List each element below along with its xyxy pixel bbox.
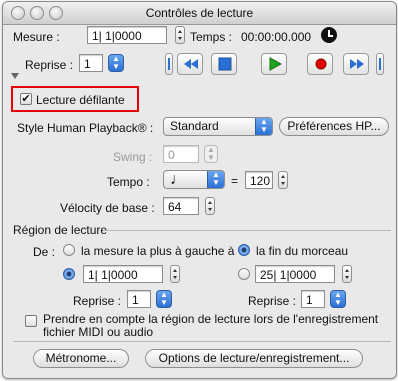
- region-reprise-left-field[interactable]: 1: [127, 290, 151, 308]
- stop-button[interactable]: [211, 53, 237, 75]
- window-title: Contrôles de lecture: [145, 6, 254, 20]
- hp-preferences-button[interactable]: Préférences HP...: [279, 117, 389, 136]
- swing-field: 0: [163, 145, 199, 163]
- swing-label: Swing :: [113, 150, 153, 164]
- style-label: Style Human Playback® :: [17, 121, 154, 135]
- playback-options-button[interactable]: Options de lecture/enregistrement...: [145, 349, 363, 368]
- clock-icon[interactable]: [321, 27, 337, 43]
- radio-leftmost-measure-label: la mesure la plus à gauche à: [81, 244, 235, 258]
- tempo-field[interactable]: 120: [245, 171, 273, 189]
- region-reprise-right-arrows[interactable]: ▲ ▼: [330, 290, 346, 308]
- tempo-note-popup[interactable]: ♩ ▲ ▼: [163, 170, 225, 189]
- midi-region-label-line2: fichier MIDI ou audio: [43, 325, 154, 339]
- rewind-to-start-button[interactable]: [177, 53, 203, 75]
- velocite-label: Vélocity de base :: [60, 201, 155, 215]
- tempo-stepper[interactable]: [278, 171, 288, 189]
- swing-popup-arrows: ▲ ▼: [204, 145, 218, 163]
- region-reprise-left-arrows[interactable]: ▲ ▼: [156, 290, 172, 308]
- fast-forward-icon: [350, 59, 364, 69]
- transport-left-edge-button[interactable]: [165, 53, 173, 75]
- region-start-stepper[interactable]: [170, 265, 180, 283]
- bottom-divider: [13, 341, 391, 342]
- mesure-label: Mesure :: [13, 30, 60, 44]
- radio-leftmost-measure[interactable]: [63, 244, 75, 256]
- fast-forward-button[interactable]: [343, 53, 369, 75]
- temps-label: Temps :: [190, 30, 233, 44]
- region-reprise-left-label: Reprise :: [73, 294, 122, 308]
- de-label: De :: [33, 245, 56, 259]
- reprise-popup-arrows[interactable]: ▲ ▼: [108, 54, 124, 72]
- region-divider: [103, 230, 391, 231]
- lecture-defilante-checkbox[interactable]: ✔: [20, 93, 32, 105]
- disclosure-triangle-icon[interactable]: [11, 73, 19, 79]
- tempo-equals: =: [231, 174, 239, 188]
- reprise-label: Reprise :: [25, 58, 74, 72]
- velocite-field[interactable]: 64: [163, 197, 199, 215]
- metronome-button[interactable]: Métronome...: [33, 349, 129, 368]
- region-start-field[interactable]: 1| 1|0000: [83, 265, 163, 283]
- play-button[interactable]: [261, 53, 287, 75]
- lecture-defilante-label: Lecture défilante: [36, 93, 125, 107]
- style-popup-arrows-icon: ▲ ▼: [255, 118, 272, 135]
- title-bar: Contrôles de lecture: [3, 2, 396, 25]
- tempo-note-arrows-icon: ▲ ▼: [207, 171, 224, 188]
- playback-controls-window: Contrôles de lecture Mesure : 1| 1|0000 …: [2, 1, 397, 379]
- temps-value: 00:00:00.000: [241, 30, 312, 44]
- radio-end-of-piece[interactable]: [238, 244, 250, 256]
- rewind-icon: [184, 59, 198, 69]
- region-reprise-right-label: Reprise :: [248, 294, 297, 308]
- midi-region-label: Prendre en compte la région de lecture l…: [43, 313, 378, 339]
- radio-end-measure[interactable]: [238, 268, 250, 280]
- transport-right-edge-button[interactable]: [376, 53, 384, 75]
- record-button[interactable]: [307, 53, 333, 75]
- velocite-stepper[interactable]: [205, 197, 215, 215]
- radio-start-measure[interactable]: [63, 268, 75, 280]
- region-reprise-right-field[interactable]: 1: [301, 290, 325, 308]
- mesure-stepper[interactable]: [175, 26, 185, 44]
- stop-icon: [218, 57, 232, 71]
- style-popup[interactable]: Standard ▲ ▼: [163, 117, 273, 136]
- radio-end-of-piece-label: la fin du morceau: [256, 244, 349, 258]
- style-popup-value: Standard: [170, 119, 219, 133]
- midi-region-checkbox[interactable]: [25, 315, 37, 327]
- quarter-note-icon: ♩: [170, 171, 186, 188]
- reprise-field[interactable]: 1: [79, 54, 103, 72]
- region-end-stepper[interactable]: [342, 265, 352, 283]
- record-icon: [315, 58, 327, 70]
- play-icon: [269, 57, 283, 71]
- tempo-label: Tempo :: [107, 175, 150, 189]
- region-end-field[interactable]: 25| 1|0000: [255, 265, 335, 283]
- region-title: Région de lecture: [13, 223, 108, 237]
- mesure-field[interactable]: 1| 1|0000: [87, 26, 167, 44]
